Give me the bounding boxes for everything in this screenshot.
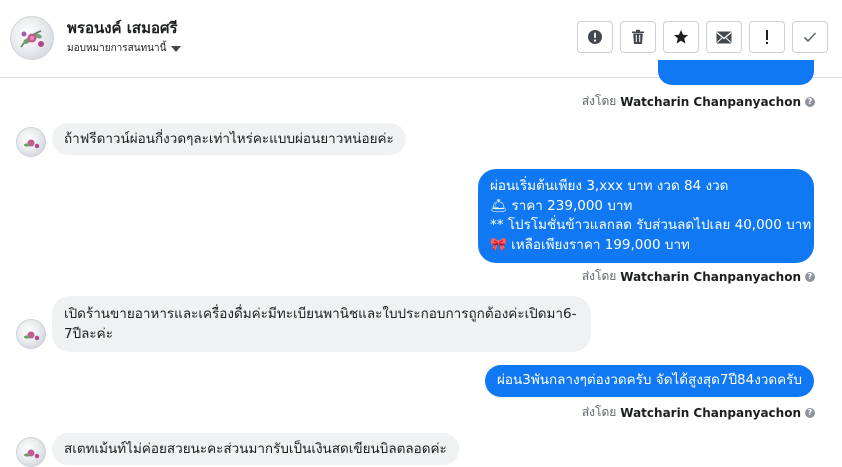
avatar-image (24, 449, 40, 459)
message-line: ผ่อนเริ่มต้นเพียง 3,xxx บาท งวด 84 งวด (490, 178, 729, 194)
message-line: เปิดร้านขายอาหารและเครื่องดื่มค่ะมีทะเบี… (64, 306, 577, 322)
sent-by-prefix: ส่งโดย (581, 94, 617, 108)
message-text: ผ่อน3พันกลางๆต่องวดครับ จัดได้สูงสุด7ปี8… (497, 372, 802, 388)
message-line: ** โปรโมชั่นข้าวแลกลด รับส่วนลดไปเลย 40,… (490, 217, 812, 233)
envelope-icon (716, 31, 732, 43)
caret-down-icon (171, 45, 182, 52)
agent-name[interactable]: Watcharin Chanpanyachon (620, 95, 801, 109)
incoming-message: สเตทเม้นท์ไม่ค่อยสวยนะคะส่วนมากรับเป็นเง… (52, 433, 459, 465)
exclamation-icon (766, 30, 768, 44)
contact-name[interactable]: พรอนงค์ เสมอศรี (67, 16, 178, 40)
avatar-image (24, 331, 40, 341)
incoming-message: เปิดร้านขายอาหารและเครื่องดื่มค่ะมีทะเบี… (52, 296, 591, 352)
sent-by-label: ส่งโดย Watcharin Chanpanyachon ? (582, 267, 815, 286)
message-text: ถ้าฟรีดาวน์ผ่อนกี่งวดๆละเท่าไหร่คะแบบผ่อ… (64, 131, 394, 147)
done-button[interactable] (792, 21, 828, 53)
message-line: 7ปีละค่ะ (64, 326, 113, 342)
agent-name[interactable]: Watcharin Chanpanyachon (620, 270, 801, 284)
sent-by-prefix: ส่งโดย (581, 269, 617, 283)
contact-avatar-small (16, 319, 46, 349)
assign-conversation-dropdown[interactable]: มอบหมายการสนทนานี้ (67, 41, 182, 56)
sent-by-prefix: ส่งโดย (581, 405, 617, 419)
bell-icon: 🛎 (490, 197, 508, 214)
contact-avatar-small (16, 437, 46, 467)
mark-unread-button[interactable] (706, 21, 742, 53)
question-icon[interactable]: ? (805, 407, 815, 418)
message-line-text: ราคา 239,000 บาท (511, 197, 633, 214)
message-line: 🎀 เหลือเพียงราคา 199,000 บาท (490, 236, 802, 256)
trash-icon (632, 29, 644, 44)
assign-label: มอบหมายการสนทนานี้ (67, 43, 167, 54)
star-button[interactable] (663, 21, 699, 53)
star-icon (674, 30, 688, 44)
outgoing-message: ผ่อนเริ่มต้นเพียง 3,xxx บาท งวด 84 งวด 🛎… (478, 169, 814, 263)
header-actions (577, 21, 828, 53)
question-icon[interactable]: ? (805, 96, 815, 107)
message-text: สเตทเม้นท์ไม่ค่อยสวยนะคะส่วนมากรับเป็นเง… (64, 441, 447, 457)
check-icon (803, 32, 817, 43)
avatar-image (24, 139, 40, 149)
delete-button[interactable] (620, 21, 656, 53)
contact-avatar[interactable] (10, 16, 54, 60)
spam-button[interactable] (577, 21, 613, 53)
message-line: 🛎 ราคา 239,000 บาท (490, 197, 802, 217)
follow-up-button[interactable] (749, 21, 785, 53)
outgoing-message: ผ่อน3พันกลางๆต่องวดครับ จัดได้สูงสุด7ปี8… (485, 365, 814, 397)
agent-name[interactable]: Watcharin Chanpanyachon (620, 406, 801, 420)
contact-avatar-small (16, 127, 46, 157)
avatar-image (20, 30, 44, 48)
message-line-text: เหลือเพียงราคา 199,000 บาท (511, 236, 690, 253)
sent-by-label: ส่งโดย Watcharin Chanpanyachon ? (582, 403, 815, 422)
ribbon-icon: 🎀 (490, 236, 507, 253)
question-icon[interactable]: ? (805, 271, 815, 282)
sent-by-label: ส่งโดย Watcharin Chanpanyachon ? (582, 92, 815, 111)
alert-circle-icon (588, 30, 602, 44)
previous-outgoing-bubble (658, 60, 814, 85)
incoming-message: ถ้าฟรีดาวน์ผ่อนกี่งวดๆละเท่าไหร่คะแบบผ่อ… (52, 123, 406, 155)
